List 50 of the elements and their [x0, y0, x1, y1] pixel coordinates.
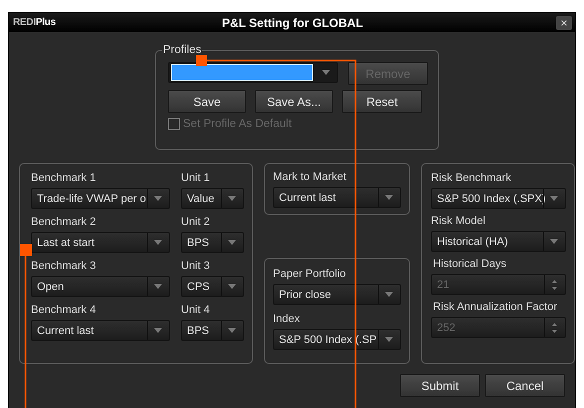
- dropdown[interactable]: BPS: [181, 232, 244, 253]
- caret-icon: [550, 196, 558, 201]
- dialog-button[interactable]: Cancel: [485, 374, 565, 397]
- field-label: Risk Annualization Factor: [432, 300, 558, 314]
- field-label: Benchmark 2: [31, 215, 97, 229]
- close-button[interactable]: ×: [452, 16, 572, 30]
- dialog-button[interactable]: Submit: [400, 374, 480, 397]
- caret-icon: [228, 240, 236, 245]
- field-label: Unit 2: [181, 215, 211, 229]
- profile-button[interactable]: Reset: [342, 90, 422, 113]
- field-label: Unit 1: [181, 171, 211, 185]
- caret-icon: [154, 328, 162, 333]
- field-label: Index: [273, 312, 301, 326]
- dropdown[interactable]: [168, 62, 338, 83]
- caret-icon: [322, 70, 330, 75]
- field-label: Unit 4: [181, 303, 211, 317]
- caret-icon: [154, 284, 162, 289]
- field-label: Benchmark 4: [31, 303, 97, 317]
- caret-icon: [154, 196, 162, 201]
- caret-icon: [550, 239, 558, 244]
- dropdown[interactable]: Open: [31, 276, 170, 297]
- field-label: Benchmark 3: [31, 259, 97, 273]
- dropdown[interactable]: Current last: [273, 187, 401, 208]
- dropdown[interactable]: CPS: [181, 276, 244, 297]
- field-label: Mark to Market: [273, 170, 348, 184]
- dropdown[interactable]: Historical (HA): [431, 231, 566, 252]
- group-label: Profiles: [162, 44, 202, 56]
- field-label: Unit 3: [181, 259, 211, 273]
- field-label: Paper Portfolio: [273, 267, 347, 281]
- dropdown[interactable]: Last at start: [31, 232, 170, 253]
- profile-button[interactable]: Save As...: [255, 90, 333, 113]
- dropdown[interactable]: Trade-life VWAP per o: [31, 188, 170, 209]
- caret-icon: [228, 284, 236, 289]
- caret-icon: [385, 292, 393, 297]
- caret-icon: [228, 196, 236, 201]
- caret-icon: [385, 337, 393, 342]
- field-label: Risk Model: [431, 214, 486, 228]
- caret-icon: [154, 240, 162, 245]
- caret-icon: [385, 195, 393, 200]
- field-label: Risk Benchmark: [431, 171, 512, 185]
- app-logo: REDIPlus: [13, 17, 57, 28]
- dropdown[interactable]: BPS: [181, 320, 244, 341]
- field-label: Benchmark 1: [31, 171, 97, 185]
- dropdown[interactable]: Value: [181, 188, 244, 209]
- profile-button[interactable]: Save: [168, 90, 246, 113]
- field-label: Historical Days: [432, 257, 508, 271]
- window-title: P&L Setting for GLOBAL: [220, 16, 364, 30]
- caret-icon: [228, 328, 236, 333]
- dropdown[interactable]: Current last: [31, 320, 170, 341]
- dropdown[interactable]: Prior close: [273, 284, 401, 305]
